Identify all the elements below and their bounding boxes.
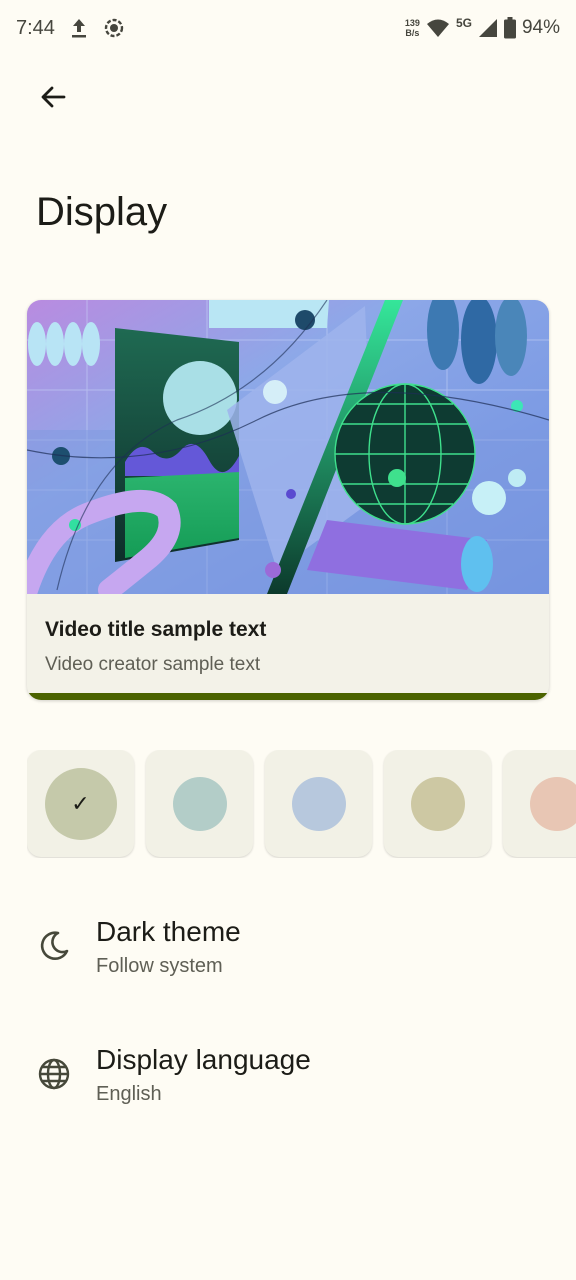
display-language-title: Display language xyxy=(96,1044,311,1075)
video-title: Video title sample text xyxy=(45,618,267,641)
video-progress-bar xyxy=(27,693,549,700)
status-bar: 7:44 139 B/s 5G 94% xyxy=(0,0,576,56)
swatch-color-dot xyxy=(172,776,227,831)
globe-icon xyxy=(38,1058,70,1090)
dark-theme-title: Dark theme xyxy=(96,916,241,947)
display-language-setting[interactable]: Display language English xyxy=(0,1028,576,1124)
color-palette-selector: ✓ xyxy=(27,750,576,858)
network-speed: 139 B/s xyxy=(404,18,420,38)
upload-icon xyxy=(69,17,89,39)
video-creator: Video creator sample text xyxy=(45,654,261,675)
cell-signal-icon xyxy=(478,18,498,38)
dark-theme-setting[interactable]: Dark theme Follow system xyxy=(0,900,576,996)
wifi-icon xyxy=(426,18,450,38)
color-swatch-1[interactable]: ✓ xyxy=(27,750,134,857)
swatch-color-dot xyxy=(291,776,346,831)
back-button[interactable] xyxy=(26,70,80,124)
color-swatch-2[interactable] xyxy=(146,750,253,857)
screen-record-icon xyxy=(103,17,125,39)
swatch-color-dot xyxy=(410,776,465,831)
display-language-subtitle: English xyxy=(96,1083,162,1105)
color-swatch-3[interactable] xyxy=(265,750,372,857)
swatch-color-dot: ✓ xyxy=(44,767,117,840)
dark-theme-subtitle: Follow system xyxy=(96,955,223,977)
theme-preview-card: Video title sample text Video creator sa… xyxy=(27,300,549,700)
battery-icon xyxy=(503,17,516,39)
network-type: 5G xyxy=(455,16,472,30)
checkmark-icon: ✓ xyxy=(71,790,90,816)
arrow-back-icon xyxy=(41,86,66,108)
page-title: Display xyxy=(36,190,168,234)
swatch-color-dot xyxy=(529,776,576,831)
preview-artwork xyxy=(27,300,549,594)
battery-percent: 94% xyxy=(521,17,560,38)
moon-icon xyxy=(40,931,69,960)
color-swatch-4[interactable] xyxy=(384,750,491,857)
status-time: 7:44 xyxy=(16,16,55,39)
video-progress-fill xyxy=(27,693,549,700)
color-swatch-5[interactable] xyxy=(503,750,576,857)
